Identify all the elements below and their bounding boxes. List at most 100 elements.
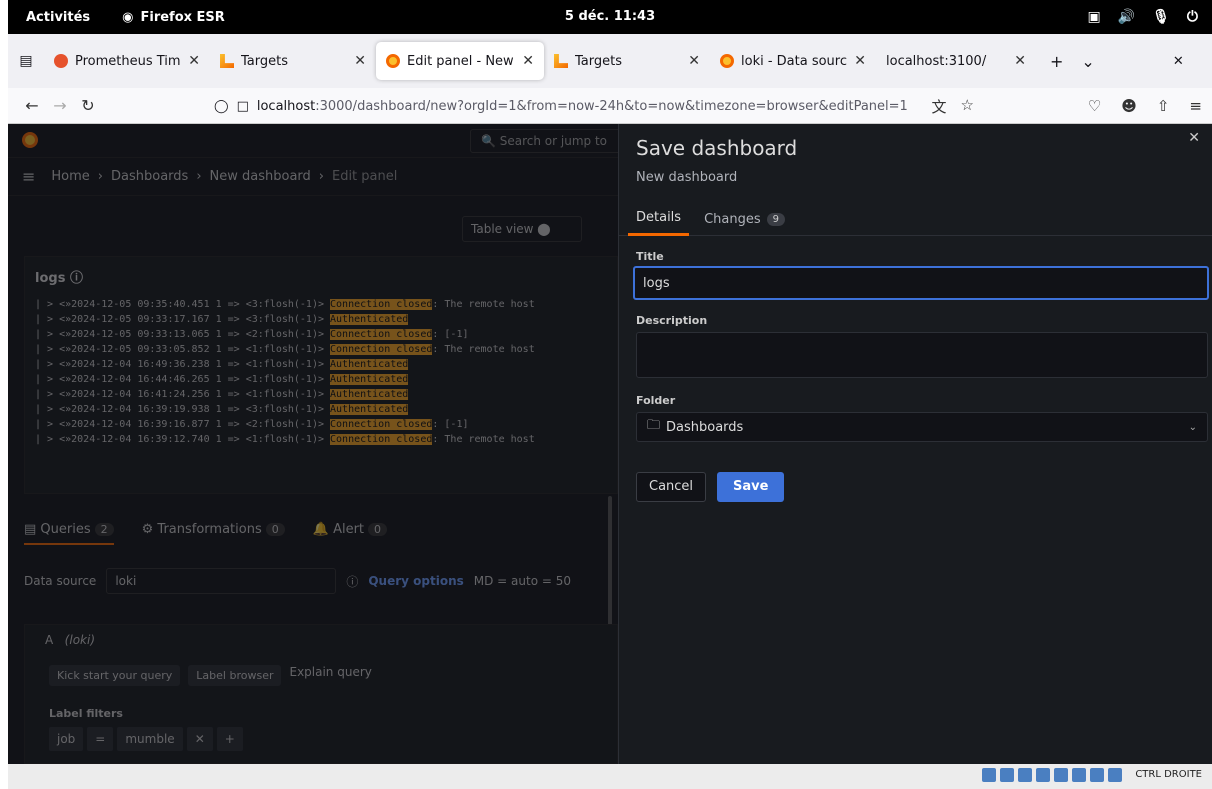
close-icon[interactable]: ✕	[1014, 53, 1026, 69]
loki-icon	[554, 54, 568, 68]
close-icon[interactable]: ✕	[522, 53, 534, 69]
tab-targets-1[interactable]: Targets ✕	[210, 42, 376, 80]
log-line[interactable]: | > <»2024-12-04 16:49:36.238 1 => <1:fl…	[35, 357, 625, 372]
pocket-icon[interactable]: ♡	[1088, 97, 1101, 115]
new-tab-icon[interactable]: +	[1050, 52, 1063, 71]
status-icon	[1036, 768, 1050, 782]
filter-value-select[interactable]: mumble	[117, 727, 183, 751]
label-browser-button[interactable]: Label browser	[188, 665, 282, 686]
url-bar[interactable]: ◯ □ localhost:3000/dashboard/new?orgId=1…	[204, 92, 984, 120]
vm-status-bar: CTRL DROITE	[8, 764, 1212, 789]
status-icons	[982, 768, 1122, 782]
log-highlight: Connection closed	[330, 299, 433, 310]
url-host: localhost	[256, 98, 316, 114]
tab-alert-label: Alert	[333, 522, 365, 537]
kick-start-button[interactable]: Kick start your query	[49, 665, 181, 686]
log-suffix: : [-1]	[432, 419, 469, 430]
query-options-button[interactable]: Query options	[368, 574, 463, 588]
data-source-select[interactable]: loki	[106, 568, 337, 594]
help-icon[interactable]: ⓘ	[346, 573, 358, 590]
close-window-icon[interactable]: ✕	[1173, 54, 1184, 69]
log-line[interactable]: | > <»2024-12-05 09:33:17.167 1 => <3:fl…	[35, 312, 625, 327]
translate-icon[interactable]: 文	[932, 96, 947, 117]
tab-transformations-label: Transformations	[157, 522, 262, 537]
info-icon: ⓘ	[69, 271, 83, 286]
tab-transformations[interactable]: ⚙ Transformations 0	[142, 522, 285, 545]
table-view-label: Table view	[471, 222, 534, 236]
close-icon[interactable]: ✕	[354, 53, 366, 69]
account-icon[interactable]: ☻	[1121, 97, 1137, 115]
log-line[interactable]: | > <»2024-12-04 16:39:19.938 1 => <3:fl…	[35, 402, 625, 417]
add-filter-icon[interactable]: +	[216, 727, 243, 751]
system-tray[interactable]: ▣ 🔊 🎙 ⏻	[1087, 0, 1198, 34]
log-line[interactable]: | > <»2024-12-05 09:33:05.852 1 => <1:fl…	[35, 342, 625, 357]
tab-loki-data-sources[interactable]: loki - Data sources ✕	[710, 42, 876, 80]
tab-edit-panel[interactable]: Edit panel - New da ✕	[376, 42, 544, 80]
log-prefix: > <»2024-12-05 09:35:40.451 1 => <3:flos…	[47, 299, 331, 310]
log-line[interactable]: | > <»2024-12-05 09:33:13.065 1 => <2:fl…	[35, 327, 625, 342]
log-prefix: > <»2024-12-04 16:41:24.256 1 => <1:flos…	[47, 389, 331, 400]
log-line[interactable]: | > <»2024-12-04 16:44:46.265 1 => <1:fl…	[35, 372, 625, 387]
activities-button[interactable]: Activités	[26, 10, 90, 25]
log-line[interactable]: | > <»2024-12-04 16:39:16.877 1 => <2:fl…	[35, 417, 625, 432]
close-icon[interactable]: ✕	[188, 53, 200, 69]
status-icon	[1090, 768, 1104, 782]
back-icon[interactable]: ←	[18, 96, 46, 115]
app-menu[interactable]: ◉ Firefox ESR	[122, 10, 225, 25]
remove-filter-icon[interactable]: ✕	[186, 727, 213, 751]
grafana-logo-icon[interactable]	[22, 132, 38, 148]
breadcrumb-new-dashboard[interactable]: New dashboard	[210, 169, 311, 184]
table-view-toggle[interactable]: Table view ⬤	[462, 216, 582, 242]
forward-icon[interactable]: →	[46, 96, 74, 115]
close-icon[interactable]: ✕	[854, 53, 866, 69]
log-prefix: > <»2024-12-05 09:33:17.167 1 => <3:flos…	[47, 314, 331, 325]
menu-icon[interactable]: ≡	[22, 167, 35, 186]
network-icon: ▣	[1087, 9, 1101, 25]
log-line[interactable]: | > <»2024-12-05 09:35:40.451 1 => <3:fl…	[35, 297, 625, 312]
share-icon[interactable]: ⇧	[1157, 97, 1170, 115]
close-icon[interactable]: ✕	[1188, 130, 1200, 146]
save-button[interactable]: Save	[717, 472, 785, 502]
log-prefix: > <»2024-12-04 16:39:12.740 1 => <1:flos…	[47, 434, 331, 445]
description-textarea[interactable]	[636, 332, 1208, 378]
save-dashboard-drawer: ✕ Save dashboard New dashboard Details C…	[618, 124, 1212, 764]
explain-query-toggle[interactable]: Explain query	[289, 665, 371, 686]
chevron-down-icon[interactable]: ⌄	[1081, 52, 1094, 71]
query-letter: A	[45, 633, 54, 647]
loki-icon	[220, 54, 234, 68]
cancel-button[interactable]: Cancel	[636, 472, 707, 502]
drawer-subtitle: New dashboard	[636, 170, 738, 185]
logs-panel: logs ⓘ | > <»2024-12-05 09:35:40.451 1 =…	[24, 256, 618, 494]
tab-details[interactable]: Details	[628, 202, 690, 236]
title-input[interactable]: logs	[633, 266, 1209, 300]
query-header[interactable]: A (loki)	[45, 633, 95, 647]
tab-queries-label: Queries	[40, 522, 91, 537]
page-icon[interactable]: □	[237, 99, 249, 114]
breadcrumb-home[interactable]: Home	[51, 169, 89, 184]
log-line[interactable]: | > <»2024-12-04 16:41:24.256 1 => <1:fl…	[35, 387, 625, 402]
log-line[interactable]: | > <»2024-12-04 16:39:12.740 1 => <1:fl…	[35, 432, 625, 447]
close-icon[interactable]: ✕	[688, 53, 700, 69]
menu-icon[interactable]: ≡	[1189, 97, 1202, 115]
reload-icon[interactable]: ↻	[74, 96, 102, 115]
log-suffix: : The remote host	[432, 344, 535, 355]
url-text[interactable]: localhost:3000/dashboard/new?orgId=1&fro…	[257, 99, 908, 114]
filter-key-select[interactable]: job	[49, 727, 84, 751]
tab-targets-2[interactable]: Targets ✕	[544, 42, 710, 80]
filter-operator-select[interactable]: =	[87, 727, 114, 751]
tab-alert[interactable]: 🔔 Alert 0	[313, 522, 388, 545]
tab-title: Edit panel - New da	[407, 53, 515, 69]
search-input[interactable]: 🔍 Search or jump to	[470, 129, 630, 153]
breadcrumb-dashboards[interactable]: Dashboards	[111, 169, 188, 184]
folder-select[interactable]: 🗀 Dashboards ⌄	[636, 412, 1208, 442]
tab-localhost-3100[interactable]: localhost:3100/ ✕	[876, 42, 1036, 80]
log-prefix: > <»2024-12-05 09:33:13.065 1 => <2:flos…	[47, 329, 331, 340]
tab-queries[interactable]: ▤ Queries 2	[24, 522, 114, 545]
bookmark-star-icon[interactable]: ☆	[961, 96, 974, 117]
app-name: Firefox ESR	[140, 9, 225, 25]
panel-title-text: logs	[35, 271, 66, 286]
tab-prometheus[interactable]: Prometheus Time Se ✕	[44, 42, 210, 80]
shield-icon[interactable]: ◯	[214, 99, 229, 114]
list-all-tabs-icon[interactable]: ▤	[8, 53, 44, 69]
tab-changes[interactable]: Changes 9	[689, 202, 800, 236]
